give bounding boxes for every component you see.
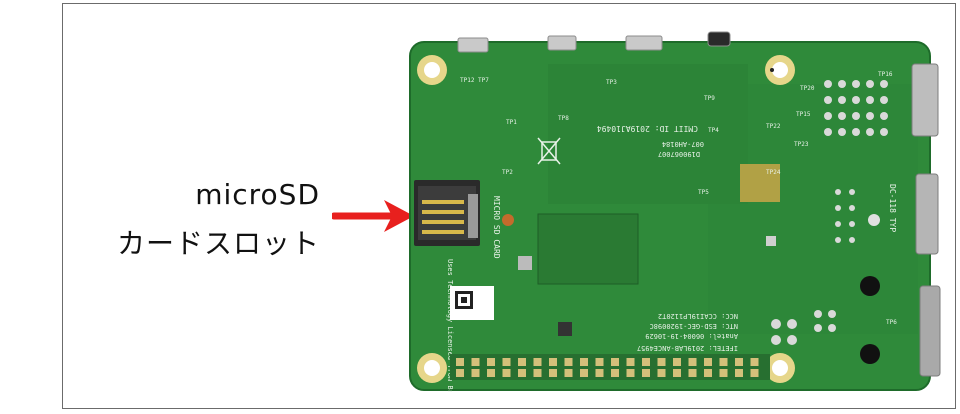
gpio-pin: [611, 369, 619, 377]
gpio-pin: [657, 369, 666, 377]
weee-bin-icon: [537, 137, 561, 165]
callout-label-microsd: microSD: [195, 178, 320, 211]
gpio-pin: [502, 369, 511, 377]
microsd-slot: [414, 180, 480, 246]
silk-tp-label: TP3: [606, 79, 617, 86]
silk-ncc: NCC: CCAI19LP1120T2: [658, 312, 738, 320]
gpio-pin: [471, 358, 480, 366]
gpio-pin: [518, 358, 526, 366]
silk-anatel: Anatel: 06004-19-10629: [645, 332, 738, 340]
data-matrix-label: [450, 286, 494, 320]
gpio-pin: [735, 369, 743, 377]
gpio-pin: [611, 358, 619, 366]
silk-tp-label: TP12: [460, 77, 475, 84]
silk-ifetel: IFETEL: 2019LAB-ANCE4957: [637, 344, 738, 352]
silk-power-label: DC-118 TYP: [888, 184, 897, 232]
gpio-pin: [456, 358, 464, 366]
gpio-pin: [487, 369, 495, 377]
silk-tp-label: TP6: [886, 319, 897, 326]
silk-tp-label: TP8: [558, 115, 569, 122]
silk-tp-label: TP24: [766, 169, 781, 176]
gpio-pin: [673, 358, 681, 366]
silk-tp-label: TP4: [708, 127, 719, 134]
gpio-pin: [642, 369, 650, 377]
gpio-pin: [642, 358, 650, 366]
silk-tp-label: TP22: [766, 123, 781, 130]
gpio-pin: [580, 358, 588, 366]
gpio-pin: [487, 358, 495, 366]
gpio-pin: [750, 358, 759, 366]
gpio-pin: [564, 358, 573, 366]
silk-ntc: NTC: ESD-GEC-1920098C: [649, 322, 738, 330]
gpio-pin: [580, 369, 588, 377]
silk-tp-label: TP23: [794, 141, 809, 148]
gpio-pin: [735, 358, 743, 366]
silk-tp-label: TP5: [698, 189, 709, 196]
gpio-pin: [657, 358, 666, 366]
gpio-pin: [704, 358, 712, 366]
gpio-pin: [719, 358, 728, 366]
silk-tp-label: TP15: [796, 111, 811, 118]
gpio-pin: [595, 369, 604, 377]
gpio-pin: [533, 358, 542, 366]
gpio-pin: [688, 358, 697, 366]
gpio-header-pins: [450, 354, 770, 380]
gpio-pin: [688, 369, 697, 377]
callout-label-card-slot: カードスロット: [116, 227, 320, 260]
gpio-pin: [626, 369, 635, 377]
silk-tp-label: TP20: [800, 85, 815, 92]
silk-tp-label: TP16: [878, 71, 893, 78]
gpio-pin: [549, 369, 557, 377]
silk-tp-label: TP2: [502, 169, 513, 176]
silk-sd-label: MICRO SD CARD: [492, 196, 501, 259]
gpio-pin: [750, 369, 759, 377]
silk-code1: 007-AH0184: [662, 140, 704, 148]
gpio-pin: [518, 369, 526, 377]
gpio-pin: [471, 369, 480, 377]
silk-tp-label: TP7: [478, 77, 489, 84]
silk-tp-label: TP1: [506, 119, 517, 126]
raspberry-pi-board-photo: MICRO SD CARD Uses Technology Licensed f…: [409, 31, 941, 392]
gpio-pin: [626, 358, 635, 366]
gpio-pin: [549, 358, 557, 366]
silk-cmiit: CMIIT ID: 2019AJ10494: [597, 124, 698, 133]
gpio-pin: [533, 369, 542, 377]
gpio-pin: [456, 369, 464, 377]
gpio-pin: [502, 358, 511, 366]
silk-code2: D190067007: [658, 150, 700, 158]
gpio-pin: [719, 369, 728, 377]
gpio-pin: [673, 369, 681, 377]
callout-arrow-icon: [332, 200, 414, 232]
gpio-pin: [595, 358, 604, 366]
silk-tp-label: TP9: [704, 95, 715, 102]
gpio-pin: [564, 369, 573, 377]
gpio-pin: [704, 369, 712, 377]
